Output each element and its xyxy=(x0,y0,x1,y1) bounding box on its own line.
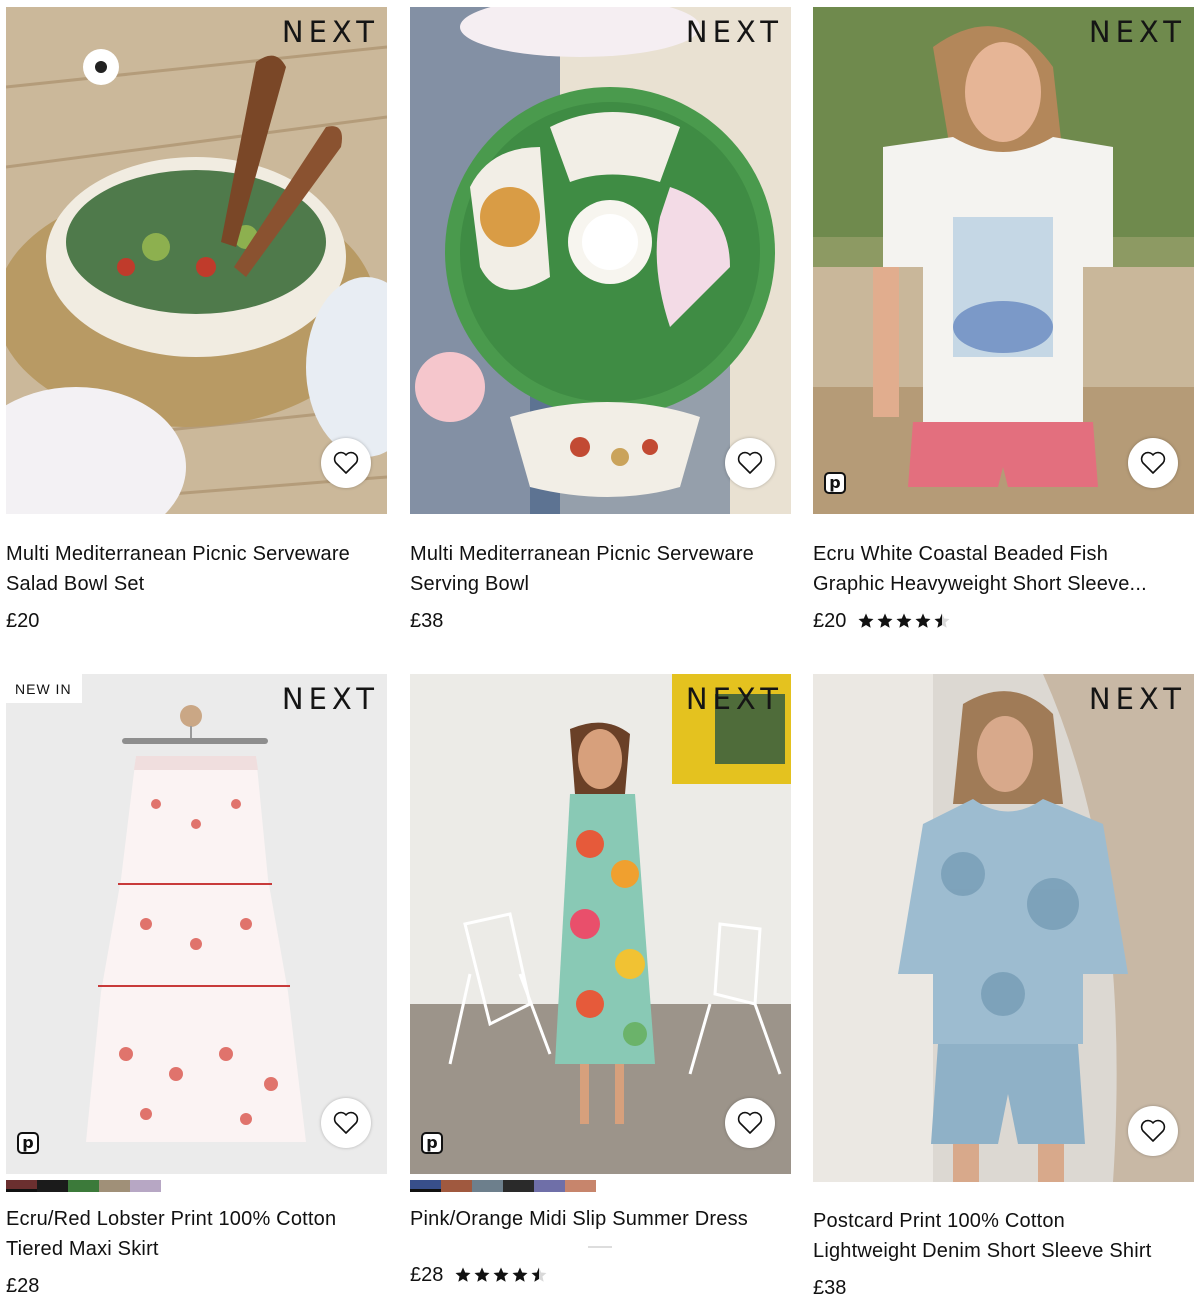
colour-swatch[interactable] xyxy=(6,1180,37,1192)
product-title-line[interactable]: Ecru/Red Lobster Print 100% Cotton xyxy=(6,1204,387,1234)
product-price: £28 xyxy=(410,1263,444,1286)
colour-swatch[interactable] xyxy=(534,1180,565,1192)
colour-swatch[interactable] xyxy=(130,1180,161,1192)
colour-swatches[interactable] xyxy=(410,1180,791,1192)
p-badge-icon: p xyxy=(17,1132,39,1154)
colour-swatch[interactable] xyxy=(503,1180,534,1192)
product-photo-salad-bowl xyxy=(6,7,387,514)
favourite-button[interactable] xyxy=(321,438,371,488)
product-price: £28 xyxy=(6,1274,40,1297)
brand-logo: NEXT xyxy=(281,682,379,716)
star-icon xyxy=(493,1267,509,1282)
star-icon xyxy=(455,1267,471,1282)
product-title-line[interactable]: Ecru White Coastal Beaded Fish xyxy=(813,539,1194,569)
p-badge-letter: p xyxy=(426,1133,438,1152)
product-title-line[interactable]: Pink/Orange Midi Slip Summer Dress xyxy=(410,1204,791,1234)
p-badge-icon: p xyxy=(421,1132,443,1154)
favourite-button[interactable] xyxy=(1128,1106,1178,1156)
p-badge-letter: p xyxy=(829,473,841,492)
product-card[interactable]: NEXT Postcard Print 100% Cotton Lightwei… xyxy=(813,674,1194,1300)
product-title-line[interactable]: Salad Bowl Set xyxy=(6,569,387,599)
p-badge-letter: p xyxy=(22,1133,34,1152)
product-card[interactable]: NEXT p Pink/Orange Midi Slip Summer Dres… xyxy=(410,674,791,1288)
product-title-line[interactable]: Serving Bowl xyxy=(410,569,791,599)
favourite-button[interactable] xyxy=(725,438,775,488)
colour-swatch[interactable] xyxy=(472,1180,503,1192)
star-icon xyxy=(877,613,893,628)
product-title[interactable]: Multi Mediterranean Picnic Serveware Ser… xyxy=(410,539,791,599)
carousel-indicator xyxy=(588,1246,612,1248)
brand-logo: NEXT xyxy=(281,15,379,49)
favourite-button[interactable] xyxy=(321,1098,371,1148)
brand-logo: NEXT xyxy=(1088,682,1186,716)
favourite-button[interactable] xyxy=(1128,438,1178,488)
favourite-button[interactable] xyxy=(725,1098,775,1148)
product-title[interactable]: Ecru White Coastal Beaded Fish Graphic H… xyxy=(813,539,1194,599)
product-price: £38 xyxy=(813,1276,847,1299)
product-photo-denim-shirt-model xyxy=(813,674,1194,1182)
product-photo-serving-bowl xyxy=(410,7,791,514)
product-title-line[interactable]: Lightweight Denim Short Sleeve Shirt xyxy=(813,1236,1194,1266)
product-card[interactable]: NEXT Multi Mediterranean Picnic Servewar… xyxy=(6,7,387,634)
product-image[interactable]: NEXT p xyxy=(410,674,791,1174)
star-icon xyxy=(915,613,931,628)
heart-outline-icon xyxy=(333,451,359,474)
heart-outline-icon xyxy=(737,1111,763,1134)
colour-swatches[interactable] xyxy=(6,1180,387,1192)
star-icon xyxy=(896,613,912,628)
star-rating[interactable] xyxy=(857,612,951,630)
brand-logo: NEXT xyxy=(1088,15,1186,49)
p-badge-icon: p xyxy=(824,472,846,494)
star-icon xyxy=(934,613,950,628)
colour-swatch[interactable] xyxy=(441,1180,472,1192)
product-card[interactable]: NEXT Multi Mediterranean Picnic Servewar… xyxy=(410,7,791,634)
star-icon xyxy=(531,1267,547,1282)
colour-swatch[interactable] xyxy=(410,1180,441,1192)
product-photo-slip-dress-model xyxy=(410,674,791,1174)
product-image[interactable]: NEXT xyxy=(6,7,387,514)
new-in-badge: NEW IN xyxy=(6,674,82,703)
heart-outline-icon xyxy=(1140,451,1166,474)
product-photo-maxi-skirt xyxy=(6,674,387,1174)
colour-swatch[interactable] xyxy=(68,1180,99,1192)
brand-logo: NEXT xyxy=(685,682,783,716)
heart-outline-icon xyxy=(737,451,763,474)
colour-swatch[interactable] xyxy=(99,1180,130,1192)
heart-outline-icon xyxy=(333,1111,359,1134)
product-title[interactable]: Pink/Orange Midi Slip Summer Dress xyxy=(410,1204,791,1234)
product-title[interactable]: Multi Mediterranean Picnic Serveware Sal… xyxy=(6,539,387,599)
star-rating[interactable] xyxy=(454,1266,548,1284)
product-image[interactable]: NEXT xyxy=(813,674,1194,1182)
product-image[interactable]: NEXT xyxy=(410,7,791,514)
product-card[interactable]: NEXT p Ecru White Coastal Beaded Fish Gr… xyxy=(813,7,1194,634)
product-title[interactable]: Ecru/Red Lobster Print 100% Cotton Tiere… xyxy=(6,1204,387,1264)
product-price: £38 xyxy=(410,609,444,632)
product-title-line[interactable]: Tiered Maxi Skirt xyxy=(6,1234,387,1264)
colour-swatch[interactable] xyxy=(37,1180,68,1192)
product-title-line[interactable]: Graphic Heavyweight Short Sleeve... xyxy=(813,569,1194,599)
brand-logo: NEXT xyxy=(685,15,783,49)
star-icon xyxy=(474,1267,490,1282)
product-title-line[interactable]: Multi Mediterranean Picnic Serveware xyxy=(410,539,791,569)
heart-outline-icon xyxy=(1140,1119,1166,1142)
product-title-line[interactable]: Multi Mediterranean Picnic Serveware xyxy=(6,539,387,569)
product-image[interactable]: NEXT NEW IN p xyxy=(6,674,387,1174)
product-photo-tshirt-model xyxy=(813,7,1194,514)
colour-swatch[interactable] xyxy=(565,1180,596,1192)
product-title-line[interactable]: Postcard Print 100% Cotton xyxy=(813,1206,1194,1236)
star-icon xyxy=(512,1267,528,1282)
product-price: £20 xyxy=(6,609,40,632)
product-image[interactable]: NEXT p xyxy=(813,7,1194,514)
product-price: £20 xyxy=(813,609,847,632)
star-icon xyxy=(858,613,874,628)
product-title[interactable]: Postcard Print 100% Cotton Lightweight D… xyxy=(813,1206,1194,1266)
product-card[interactable]: NEXT NEW IN p Ecru/Red Lobster Print 100… xyxy=(6,674,387,1299)
